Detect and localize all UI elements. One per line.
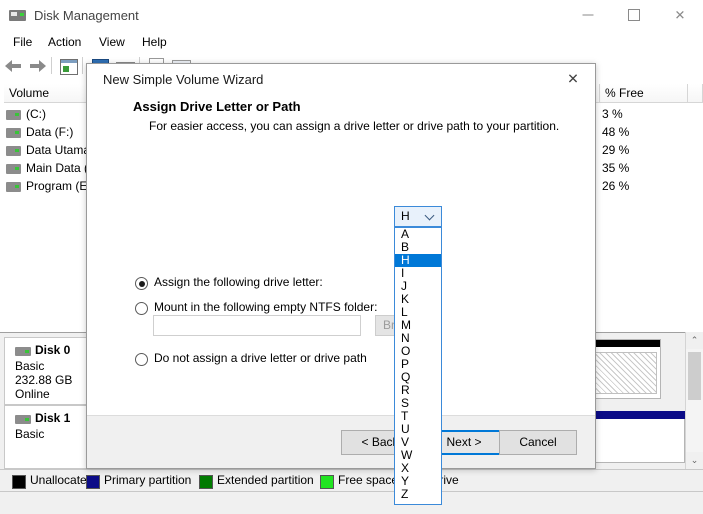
disk-icon: [15, 415, 31, 424]
drive-icon: [6, 164, 21, 174]
partition-color-bar: [586, 340, 660, 347]
window-title: Disk Management: [34, 8, 139, 23]
disk-0-status: Online: [15, 387, 50, 401]
title-bar: Disk Management ✕: [0, 0, 703, 32]
legend-swatch-free-space: [320, 475, 334, 489]
dialog-title-bar: New Simple Volume Wizard ✕: [87, 64, 595, 96]
dialog-heading: Assign Drive Letter or Path: [133, 99, 301, 114]
radio-do-not-assign[interactable]: [135, 353, 148, 366]
disk-icon: [15, 347, 31, 356]
column-header-end[interactable]: [688, 84, 703, 103]
dialog-subheading: For easier access, you can assign a driv…: [149, 119, 560, 133]
disk-pane-scrollbar[interactable]: ⌃ ⌄: [685, 332, 703, 469]
partition-legend: Unallocated Primary partition Extended p…: [0, 469, 703, 492]
dialog-header: Assign Drive Letter or Path For easier a…: [87, 96, 595, 149]
scroll-down-button[interactable]: ⌄: [686, 452, 703, 469]
drive-icon: [6, 146, 21, 156]
volume-name: (C:): [26, 107, 46, 121]
volume-name: Program (E:): [26, 179, 95, 193]
volume-percent-free: 3 %: [602, 107, 623, 121]
dialog-title: New Simple Volume Wizard: [103, 72, 264, 87]
disk-1-type: Basic: [15, 427, 45, 441]
radio-mount-ntfs-folder[interactable]: [135, 302, 148, 315]
drive-letter-combobox[interactable]: H: [394, 206, 442, 227]
menu-item-file[interactable]: File: [6, 34, 39, 52]
drive-letter-option-z[interactable]: Z: [395, 488, 441, 501]
disk-management-window: Disk Management ✕ File Action View Help …: [0, 0, 703, 514]
legend-swatch-unallocated: [12, 475, 26, 489]
minimize-button[interactable]: [565, 0, 611, 30]
menu-item-view[interactable]: View: [92, 34, 132, 52]
legend-label-primary: Primary partition: [104, 473, 192, 487]
disk-0-capacity: 232.88 GB: [15, 373, 73, 387]
ntfs-folder-input[interactable]: [153, 315, 361, 336]
back-arrow-icon[interactable]: [2, 55, 26, 77]
disk-0-type: Basic: [15, 359, 45, 373]
close-icon: ✕: [674, 7, 686, 23]
cancel-button[interactable]: Cancel: [499, 430, 577, 455]
column-header-percent-free[interactable]: % Free: [600, 84, 688, 103]
new-simple-volume-wizard-dialog: New Simple Volume Wizard ✕ Assign Drive …: [86, 63, 596, 469]
volume-name: Data Utama: [26, 143, 91, 157]
legend-label-free-space: Free space: [338, 473, 399, 487]
close-button[interactable]: ✕: [657, 0, 703, 30]
drive-icon: [6, 182, 21, 192]
option-label-assign-drive-letter: Assign the following drive letter:: [154, 275, 323, 289]
drive-icon: [6, 110, 21, 120]
disk-management-icon: [9, 8, 26, 22]
drive-letter-dropdown-list[interactable]: ABHIJKLMNOPQRSTUVWXYZ: [394, 227, 442, 505]
drive-letter-value: H: [401, 209, 410, 223]
maximize-button[interactable]: [611, 0, 657, 30]
scroll-up-button[interactable]: ⌃: [686, 332, 703, 349]
radio-assign-drive-letter[interactable]: [135, 277, 148, 290]
forward-arrow-icon[interactable]: [26, 55, 50, 77]
menu-item-help[interactable]: Help: [135, 34, 174, 52]
volume-percent-free: 26 %: [602, 179, 630, 193]
partition-unallocated[interactable]: ted: [576, 339, 661, 399]
partition-hatch-fill: [589, 352, 657, 394]
dialog-footer: < Back Next > Cancel: [87, 415, 595, 468]
menu-item-action[interactable]: Action: [41, 34, 88, 52]
volume-percent-free: 29 %: [602, 143, 630, 157]
legend-label-unallocated: Unallocated: [30, 473, 94, 487]
status-bar: [0, 491, 703, 514]
legend-label-extended: Extended partition: [217, 473, 314, 487]
legend-swatch-extended: [199, 475, 213, 489]
scrollbar-thumb[interactable]: [688, 352, 701, 400]
dialog-close-button[interactable]: ✕: [551, 64, 595, 94]
chevron-down-icon: [426, 211, 435, 220]
properties-list-icon[interactable]: [56, 55, 80, 77]
close-icon: ✕: [567, 70, 579, 87]
volume-name: Data (F:): [26, 125, 74, 139]
option-label-mount-ntfs-folder: Mount in the following empty NTFS folder…: [154, 300, 378, 314]
drive-icon: [6, 128, 21, 138]
dialog-body: Assign the following drive letter: Mount…: [87, 148, 595, 414]
disk-1-title: Disk 1: [35, 411, 71, 425]
menu-bar: File Action View Help: [0, 32, 703, 52]
disk-0-title: Disk 0: [35, 343, 71, 357]
option-label-do-not-assign: Do not assign a drive letter or drive pa…: [154, 351, 367, 365]
volume-percent-free: 35 %: [602, 161, 630, 175]
volume-percent-free: 48 %: [602, 125, 630, 139]
legend-swatch-primary: [86, 475, 100, 489]
